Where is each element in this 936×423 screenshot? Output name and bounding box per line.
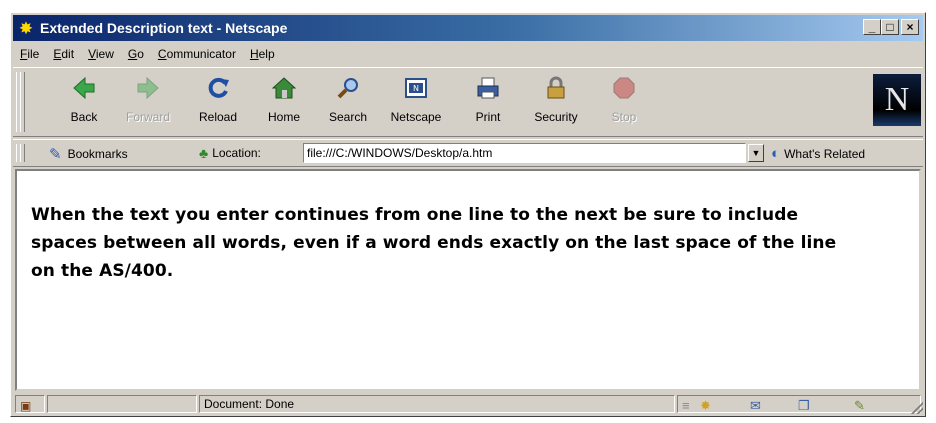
navigation-toolbar: Back Forward Reload Home Search N Netsca… bbox=[13, 67, 923, 137]
whats-related-label: What's Related bbox=[784, 146, 866, 161]
newsgroups-icon[interactable]: ❐ bbox=[798, 398, 810, 414]
forward-arrow-icon bbox=[134, 74, 162, 102]
menu-bar: File Edit View Go Communicator Help bbox=[13, 43, 923, 65]
netscape-button[interactable]: N Netscape bbox=[385, 74, 447, 132]
back-button[interactable]: Back bbox=[53, 74, 115, 132]
toolbar-grip[interactable] bbox=[20, 72, 25, 132]
menu-help[interactable]: Help bbox=[243, 47, 282, 61]
back-arrow-icon bbox=[70, 74, 98, 102]
close-button[interactable]: × bbox=[901, 19, 919, 35]
reload-button[interactable]: Reload bbox=[187, 74, 249, 132]
url-field[interactable]: file:///C:/WINDOWS/Desktop/a.htm bbox=[303, 143, 746, 163]
stop-label: Stop bbox=[611, 110, 637, 124]
maximize-button[interactable]: □ bbox=[881, 19, 899, 35]
page-content[interactable]: When the text you enter continues from o… bbox=[15, 169, 921, 391]
mail-icon[interactable]: ✉ bbox=[750, 398, 761, 414]
window-title: Extended Description text - Netscape bbox=[40, 20, 288, 36]
status-text: Document: Done bbox=[204, 397, 295, 411]
url-dropdown-button[interactable]: ▼ bbox=[748, 144, 764, 162]
menu-go[interactable]: Go bbox=[121, 47, 151, 61]
printer-icon bbox=[474, 74, 502, 102]
forward-button[interactable]: Forward bbox=[117, 74, 179, 132]
component-grip-icon[interactable]: ≡ bbox=[682, 398, 690, 414]
menu-communicator[interactable]: Communicator bbox=[151, 47, 243, 61]
progress-panel bbox=[47, 395, 197, 413]
resize-grip[interactable] bbox=[911, 402, 923, 414]
location-label-text: Location: bbox=[212, 146, 261, 160]
reload-label: Reload bbox=[198, 110, 238, 124]
reload-icon bbox=[204, 74, 232, 102]
netscape-app-icon: ✸ bbox=[18, 18, 34, 38]
toolbar-grip[interactable] bbox=[20, 144, 25, 162]
netscape-logo-letter: N bbox=[884, 81, 910, 118]
back-label: Back bbox=[70, 110, 98, 124]
page-body-text: When the text you enter continues from o… bbox=[31, 205, 837, 281]
location-toolbar: ✎ Bookmarks ♣ Location: file:///C:/WINDO… bbox=[13, 139, 923, 167]
forward-label: Forward bbox=[125, 110, 170, 124]
security-status-panel[interactable]: ▣ bbox=[15, 395, 45, 413]
home-button[interactable]: Home bbox=[253, 74, 315, 132]
stop-icon bbox=[610, 74, 638, 102]
page-proxy-icon[interactable]: ♣ bbox=[199, 145, 208, 161]
netscape-logo[interactable]: N bbox=[873, 74, 921, 126]
bookmarks-label: Bookmarks bbox=[67, 147, 128, 161]
stop-button[interactable]: Stop bbox=[593, 74, 655, 132]
menu-file[interactable]: File bbox=[13, 47, 46, 61]
title-bar[interactable]: ✸ Extended Description text - Netscape _… bbox=[13, 15, 923, 41]
print-button[interactable]: Print bbox=[457, 74, 519, 132]
status-bar: ▣ Document: Done ≡ ✸ ✉ ❐ ✎ bbox=[13, 394, 923, 414]
netscape-page-icon: N bbox=[402, 74, 430, 102]
search-label: Search bbox=[328, 110, 368, 124]
browser-window: ✸ Extended Description text - Netscape _… bbox=[10, 12, 926, 417]
menu-edit[interactable]: Edit bbox=[46, 47, 81, 61]
composer-icon[interactable]: ✎ bbox=[854, 398, 865, 414]
print-label: Print bbox=[475, 110, 501, 124]
menu-view[interactable]: View bbox=[81, 47, 121, 61]
component-bar: ≡ ✸ ✉ ❐ ✎ bbox=[677, 395, 921, 413]
search-icon bbox=[334, 74, 362, 102]
search-button[interactable]: Search bbox=[317, 74, 379, 132]
status-text-panel: Document: Done bbox=[199, 395, 675, 413]
minimize-button[interactable]: _ bbox=[863, 19, 881, 35]
whats-related-icon: ◐ bbox=[771, 145, 781, 162]
open-lock-icon: ▣ bbox=[20, 399, 32, 413]
home-label: Home bbox=[267, 110, 300, 124]
home-icon bbox=[270, 74, 298, 102]
whats-related-button[interactable]: ◐ What's Related bbox=[771, 145, 865, 162]
bookmarks-button[interactable]: ✎ Bookmarks bbox=[49, 145, 128, 163]
security-button[interactable]: Security bbox=[525, 74, 587, 132]
svg-text:N: N bbox=[413, 84, 419, 93]
location-label: ♣ Location: bbox=[199, 145, 261, 161]
navigator-icon[interactable]: ✸ bbox=[700, 398, 711, 414]
netscape-label: Netscape bbox=[390, 110, 442, 124]
security-label: Security bbox=[534, 110, 578, 124]
padlock-icon bbox=[542, 74, 570, 102]
bookmarks-icon: ✎ bbox=[49, 146, 62, 163]
